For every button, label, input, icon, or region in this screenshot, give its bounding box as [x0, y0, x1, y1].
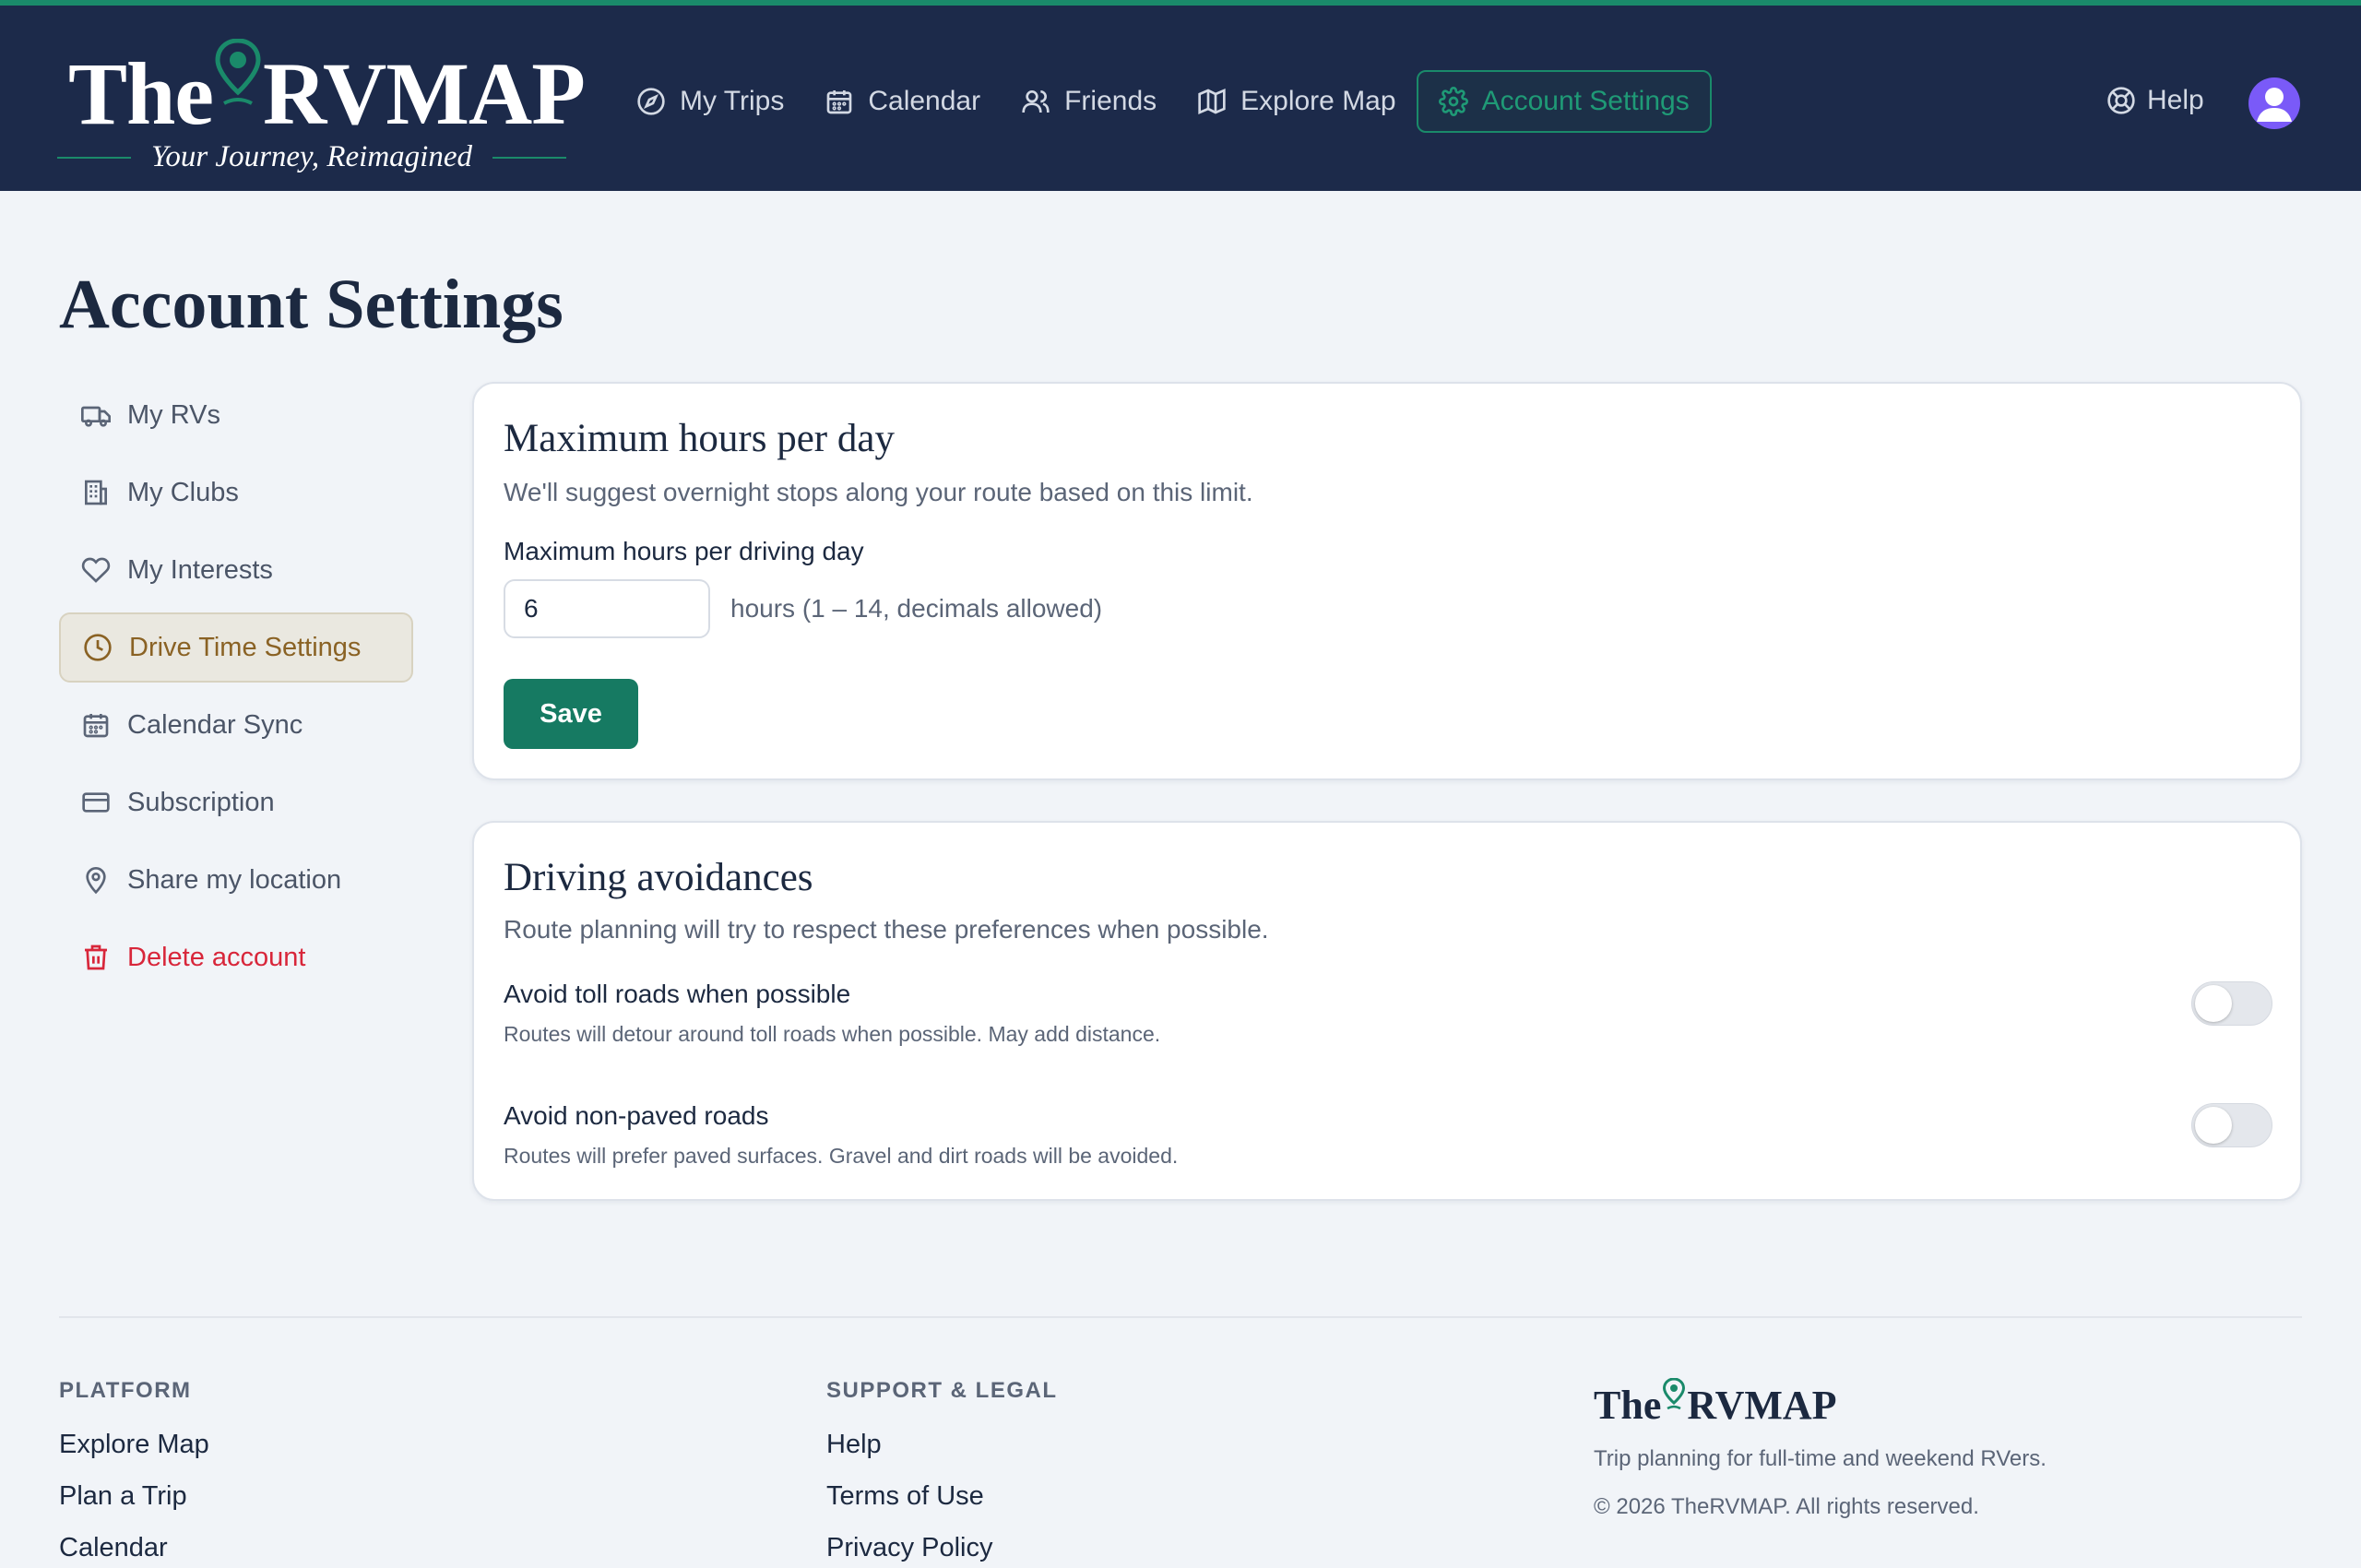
- nav-calendar[interactable]: Calendar: [804, 70, 1001, 133]
- side-item-drive-time-settings[interactable]: Drive Time Settings: [59, 612, 413, 683]
- footer-logo-word-the: The: [1594, 1383, 1662, 1428]
- footer-link-privacy[interactable]: Privacy Policy: [826, 1533, 1058, 1568]
- site-logo[interactable]: The RVMAP Your Journey, Reimagined: [57, 39, 586, 177]
- calendar-icon: [827, 90, 852, 114]
- logo-wordmark: The RVMAP: [68, 39, 586, 146]
- footer-tagline: Trip planning for full-time and weekend …: [1594, 1446, 2047, 1471]
- max-hours-title: Maximum hours per day: [504, 417, 895, 460]
- side-item-my-rvs[interactable]: My RVs: [59, 380, 413, 450]
- avoid-toll-title: Avoid toll roads when possible: [504, 980, 851, 1008]
- users-icon: [1022, 90, 1050, 113]
- map-pin-logo-icon: [1663, 1378, 1686, 1410]
- logo-word-rvmap: RVMAP: [263, 44, 586, 143]
- side-item-label: My Interests: [127, 554, 273, 585]
- clock-icon: [84, 634, 112, 661]
- footer-platform-column: PLATFORM Explore Map Plan a Trip Calenda…: [59, 1378, 209, 1568]
- footer-link-help[interactable]: Help: [826, 1430, 1058, 1481]
- logo-tagline-row: Your Journey, Reimagined: [57, 138, 566, 175]
- avoid-nonpaved-description: Routes will prefer paved surfaces. Grave…: [504, 1144, 1179, 1168]
- trash-icon: [85, 944, 107, 970]
- logo-word-the: The: [68, 44, 214, 143]
- side-item-label: Share my location: [127, 864, 342, 895]
- max-hours-hint: hours (1 – 14, decimals allowed): [730, 594, 1103, 623]
- max-hours-subtitle: We'll suggest overnight stops along your…: [504, 478, 1253, 506]
- avoid-nonpaved-title: Avoid non-paved roads: [504, 1101, 769, 1130]
- truck-icon: [81, 406, 111, 427]
- max-hours-field-label: Maximum hours per driving day: [504, 537, 864, 565]
- side-item-share-location[interactable]: Share my location: [59, 845, 413, 915]
- footer-support-column: SUPPORT & LEGAL Help Terms of Use Privac…: [826, 1378, 1058, 1568]
- nav-friends-label: Friends: [1064, 86, 1157, 116]
- nav-explore-map-label: Explore Map: [1240, 86, 1396, 116]
- credit-card-icon: [82, 792, 110, 813]
- side-item-calendar-sync[interactable]: Calendar Sync: [59, 690, 413, 760]
- footer-copyright: © 2026 TheRVMAP. All rights reserved.: [1594, 1494, 1979, 1519]
- side-item-label: My RVs: [127, 399, 220, 430]
- footer-link-calendar[interactable]: Calendar: [59, 1533, 209, 1568]
- toggle-knob: [2195, 1107, 2232, 1144]
- avoidances-title: Driving avoidances: [504, 856, 813, 899]
- side-item-label: Calendar Sync: [127, 709, 303, 740]
- nav-my-trips[interactable]: My Trips: [616, 70, 804, 133]
- side-item-label: Delete account: [127, 942, 306, 972]
- settings-side-menu: My RVs My Clubs My Interests Drive Time …: [59, 380, 413, 1000]
- avoid-toll-description: Routes will detour around toll roads whe…: [504, 1022, 1161, 1046]
- toggle-knob: [2195, 985, 2232, 1022]
- top-navigation-bar: The RVMAP Your Journey, Reimagined My Tr…: [0, 0, 2361, 191]
- footer-link-terms[interactable]: Terms of Use: [826, 1481, 1058, 1533]
- main-navigation: My Trips Calendar Friends Explore Map Ac…: [616, 70, 1712, 133]
- logo-tagline: Your Journey, Reimagined: [151, 140, 472, 173]
- calendar-icon: [83, 714, 109, 738]
- max-hours-input[interactable]: [504, 579, 710, 638]
- help-label: Help: [2147, 85, 2204, 115]
- side-item-label: My Clubs: [127, 477, 239, 507]
- side-item-subscription[interactable]: Subscription: [59, 767, 413, 837]
- map-pin-logo-icon: [215, 39, 261, 105]
- nav-friends[interactable]: Friends: [1001, 70, 1177, 133]
- side-item-delete-account[interactable]: Delete account: [59, 922, 413, 992]
- driving-avoidances-card: Driving avoidances Route planning will t…: [472, 821, 2302, 1201]
- user-avatar-button[interactable]: [2248, 77, 2300, 129]
- side-item-label: Drive Time Settings: [129, 632, 362, 662]
- side-item-label: Subscription: [127, 787, 275, 817]
- life-buoy-icon: [2107, 87, 2135, 114]
- gear-icon: [1438, 87, 1468, 116]
- map-pin-icon: [86, 867, 106, 895]
- footer-link-plan-trip[interactable]: Plan a Trip: [59, 1481, 209, 1533]
- footer-platform-heading: PLATFORM: [59, 1378, 192, 1403]
- help-link[interactable]: Help: [2106, 85, 2204, 116]
- max-hours-card: Maximum hours per day We'll suggest over…: [472, 382, 2302, 780]
- map-icon: [1198, 88, 1226, 115]
- compass-icon: [637, 88, 665, 115]
- avoidances-subtitle: Route planning will try to respect these…: [504, 915, 1269, 944]
- footer-support-heading: SUPPORT & LEGAL: [826, 1378, 1058, 1403]
- footer-divider: [59, 1316, 2302, 1318]
- avoid-nonpaved-toggle[interactable]: [2191, 1103, 2272, 1147]
- footer-link-explore-map[interactable]: Explore Map: [59, 1430, 209, 1481]
- nav-calendar-label: Calendar: [868, 86, 981, 116]
- user-avatar-icon: [2257, 88, 2292, 122]
- building-icon: [85, 480, 107, 505]
- side-item-my-interests[interactable]: My Interests: [59, 535, 413, 605]
- nav-account-settings[interactable]: Account Settings: [1416, 70, 1712, 133]
- avoid-toll-toggle[interactable]: [2191, 981, 2272, 1026]
- nav-account-settings-label: Account Settings: [1481, 86, 1690, 116]
- heart-icon: [81, 557, 111, 583]
- footer-logo[interactable]: The RVMAP: [1594, 1378, 2295, 1431]
- nav-explore-map[interactable]: Explore Map: [1177, 70, 1416, 133]
- side-item-my-clubs[interactable]: My Clubs: [59, 457, 413, 528]
- footer-brand: The RVMAP Trip planning for full-time an…: [1594, 1378, 2295, 1520]
- nav-my-trips-label: My Trips: [680, 86, 785, 116]
- footer-logo-word-rvmap: RVMAP: [1687, 1383, 1837, 1428]
- save-button[interactable]: Save: [504, 679, 638, 749]
- page-title: Account Settings: [59, 266, 564, 343]
